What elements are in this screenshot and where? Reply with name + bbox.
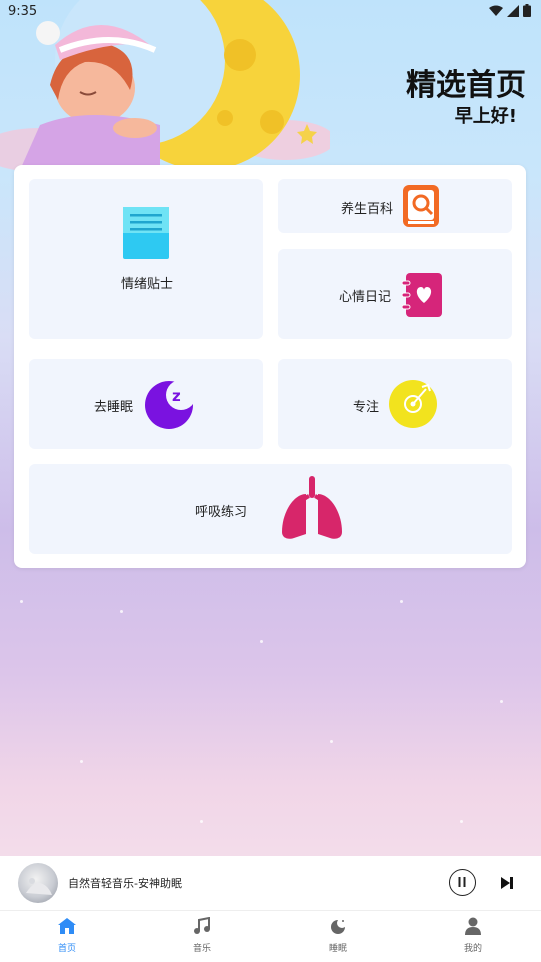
tile-focus-label: 专注 bbox=[353, 400, 380, 415]
tab-music[interactable]: 音乐 bbox=[172, 916, 232, 954]
book-search-icon bbox=[403, 185, 439, 227]
tab-sleep-label: 睡眠 bbox=[328, 944, 347, 954]
bottom-tab-bar: 首页 音乐 睡眠 我的 bbox=[0, 911, 541, 962]
tile-emotion-tips-label: 情绪贴士 bbox=[121, 277, 174, 292]
svg-text:z: z bbox=[172, 387, 181, 405]
moon-sleep-icon: z bbox=[145, 380, 195, 429]
tile-focus[interactable]: 专注 bbox=[278, 359, 512, 449]
greeting-text: 早上好! bbox=[454, 106, 517, 127]
tile-mood-diary[interactable]: 心情日记 bbox=[278, 249, 512, 339]
target-disc-icon bbox=[389, 380, 437, 428]
signal-icon bbox=[507, 4, 519, 17]
tab-music-label: 音乐 bbox=[192, 944, 211, 954]
tile-go-sleep-label: 去睡眠 bbox=[94, 400, 134, 415]
tile-wellness-label: 养生百科 bbox=[341, 202, 394, 217]
lungs-icon bbox=[282, 476, 342, 539]
heart-notebook-icon bbox=[402, 273, 442, 317]
home-icon bbox=[58, 918, 76, 934]
battery-icon bbox=[523, 4, 531, 17]
person-icon bbox=[465, 917, 481, 935]
moon-icon bbox=[331, 918, 347, 934]
pause-icon bbox=[458, 877, 466, 887]
status-bar: 9:35 bbox=[0, 0, 541, 24]
status-icons bbox=[489, 4, 531, 17]
tab-profile[interactable]: 我的 bbox=[443, 917, 503, 954]
pause-button[interactable] bbox=[449, 869, 476, 896]
tile-emotion-tips[interactable]: 情绪贴士 bbox=[29, 179, 263, 339]
tile-wellness-encyclopedia[interactable]: 养生百科 bbox=[278, 179, 512, 233]
track-title: 自然音轻音乐-安神助眠 bbox=[68, 877, 182, 890]
tab-home[interactable]: 首页 bbox=[37, 917, 97, 954]
feature-panel: 情绪贴士 养生百科 心情日记 去睡眠 z 专注 呼吸练习 bbox=[14, 165, 526, 568]
tab-home-label: 首页 bbox=[57, 944, 76, 954]
page-title: 精选首页 bbox=[406, 68, 526, 103]
tile-go-sleep[interactable]: 去睡眠 z bbox=[29, 359, 263, 449]
wifi-icon bbox=[489, 5, 503, 16]
tile-breathing-label: 呼吸练习 bbox=[195, 505, 248, 520]
status-time: 9:35 bbox=[8, 4, 38, 19]
track-cover-image bbox=[18, 863, 58, 903]
note-card-icon bbox=[123, 207, 169, 259]
next-track-icon[interactable] bbox=[499, 875, 515, 891]
hero-illustration bbox=[0, 0, 330, 170]
tile-breathing-practice[interactable]: 呼吸练习 bbox=[29, 464, 512, 554]
tile-mood-diary-label: 心情日记 bbox=[339, 290, 392, 305]
tab-profile-label: 我的 bbox=[463, 944, 482, 954]
tab-sleep[interactable]: 睡眠 bbox=[308, 917, 368, 954]
music-note-icon bbox=[194, 916, 210, 934]
